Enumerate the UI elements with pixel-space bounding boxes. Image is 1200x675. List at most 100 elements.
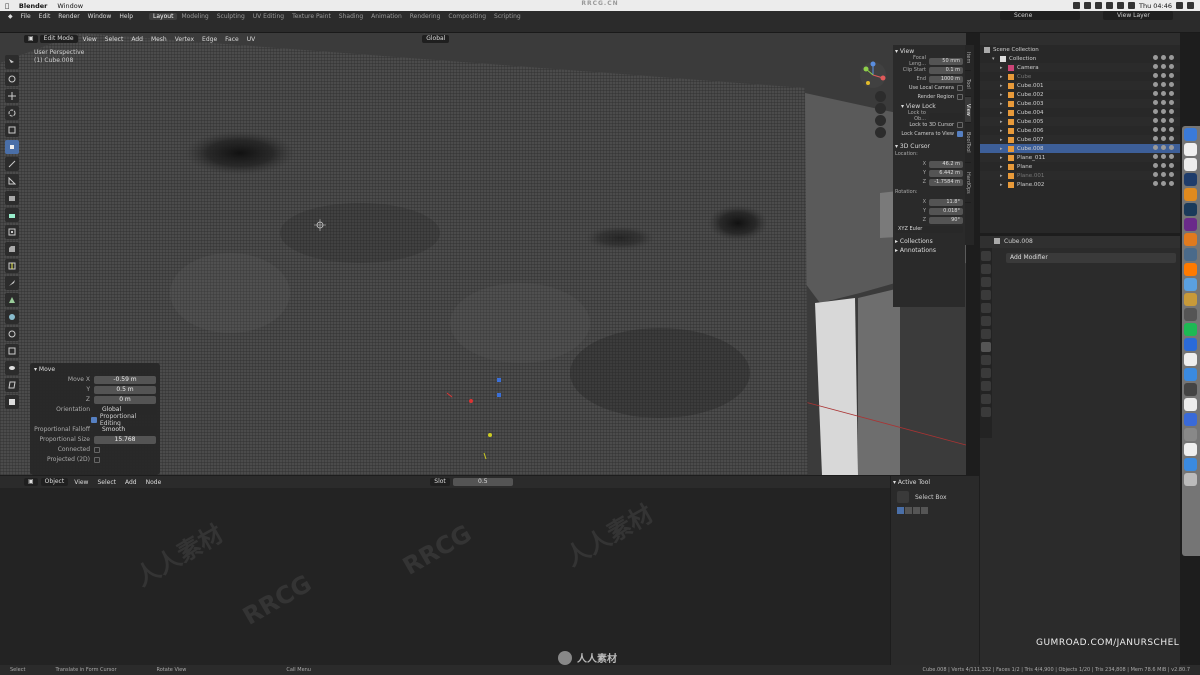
app-icon-11[interactable] xyxy=(1184,458,1197,471)
firefox-icon[interactable] xyxy=(1184,263,1197,276)
move-x-field[interactable]: -0.59 m xyxy=(94,375,156,384)
app-icon-5[interactable] xyxy=(1184,338,1197,351)
loop-cut-tool-icon[interactable] xyxy=(5,259,19,273)
visibility-eye-icon[interactable] xyxy=(1153,109,1158,114)
chrome-icon[interactable] xyxy=(1184,143,1197,156)
annotate-tool-icon[interactable] xyxy=(5,157,19,171)
navigation-gizmo-icon[interactable] xyxy=(858,60,888,90)
menu-file[interactable]: File xyxy=(17,13,35,20)
select-arrow-icon[interactable] xyxy=(1161,163,1166,168)
menu-render[interactable]: Render xyxy=(54,13,83,20)
illustrator-icon[interactable] xyxy=(1184,188,1197,201)
clip-end-field[interactable]: 1000 m xyxy=(929,75,963,83)
tab-view[interactable]: View xyxy=(965,97,971,123)
workspace-tab-animation[interactable]: Animation xyxy=(367,13,406,20)
clock[interactable]: Thu 04:46 xyxy=(1139,2,1172,10)
visibility-eye-icon[interactable] xyxy=(1153,136,1158,141)
world-props-icon[interactable] xyxy=(981,316,991,326)
spin-tool-icon[interactable] xyxy=(5,310,19,324)
render-camera-icon[interactable] xyxy=(1169,154,1174,159)
tab-item[interactable]: Item xyxy=(965,45,971,71)
shrink-fatten-tool-icon[interactable] xyxy=(5,361,19,375)
output-props-icon[interactable] xyxy=(981,277,991,287)
inset-tool-icon[interactable] xyxy=(5,225,19,239)
outliner-row[interactable]: ▸ Cube.002 xyxy=(980,90,1180,99)
visibility-eye-icon[interactable] xyxy=(1153,91,1158,96)
render-camera-icon[interactable] xyxy=(1169,73,1174,78)
render-props-icon[interactable] xyxy=(981,264,991,274)
render-region-checkbox[interactable] xyxy=(957,94,963,100)
render-camera-icon[interactable] xyxy=(1169,82,1174,87)
bevel-tool-icon[interactable] xyxy=(5,242,19,256)
wifi-icon[interactable] xyxy=(1094,2,1102,9)
calendar-icon[interactable] xyxy=(1184,443,1197,456)
outliner-row[interactable]: ▸ Cube.003 xyxy=(980,99,1180,108)
zoom-icon[interactable] xyxy=(875,91,886,102)
knife-tool-icon[interactable] xyxy=(5,276,19,290)
visibility-eye-icon[interactable] xyxy=(1153,127,1158,132)
outliner-row[interactable]: ▸ Cube.001 xyxy=(980,81,1180,90)
shear-tool-icon[interactable] xyxy=(5,378,19,392)
scene-selector[interactable]: Scene xyxy=(1000,11,1080,20)
rip-tool-icon[interactable] xyxy=(5,395,19,409)
visibility-eye-icon[interactable] xyxy=(1153,172,1158,177)
outliner-row[interactable]: ▸ Cube.006 xyxy=(980,126,1180,135)
workspace-tab-rendering[interactable]: Rendering xyxy=(406,13,445,20)
select-arrow-icon[interactable] xyxy=(1161,136,1166,141)
render-camera-icon[interactable] xyxy=(1169,55,1174,60)
vp-menu-select[interactable]: Select xyxy=(102,36,127,43)
visibility-eye-icon[interactable] xyxy=(1153,145,1158,150)
lock-to-object-field[interactable] xyxy=(929,112,963,120)
vp-menu-mesh[interactable]: Mesh xyxy=(148,36,170,43)
tab-booltool[interactable]: BoolTool xyxy=(965,123,971,163)
move-tool-icon[interactable] xyxy=(5,89,19,103)
visibility-eye-icon[interactable] xyxy=(1153,82,1158,87)
particles-props-icon[interactable] xyxy=(981,355,991,365)
cursor-rot-z-field[interactable]: 90° xyxy=(929,216,963,224)
use-local-camera-checkbox[interactable] xyxy=(957,85,963,91)
app-icon-1[interactable] xyxy=(1184,248,1197,261)
select-arrow-icon[interactable] xyxy=(1161,73,1166,78)
select-arrow-icon[interactable] xyxy=(1161,64,1166,69)
app-menu-blender[interactable]: Blender xyxy=(14,2,53,10)
vp-menu-view[interactable]: View xyxy=(80,36,100,43)
app-icon-2[interactable] xyxy=(1184,278,1197,291)
app-icon-7[interactable] xyxy=(1184,368,1197,381)
collections-section-header[interactable]: ▸ Collections xyxy=(895,237,963,246)
outliner-row[interactable]: ▸ Cube.007 xyxy=(980,135,1180,144)
select-arrow-icon[interactable] xyxy=(1161,109,1166,114)
app-store-icon[interactable] xyxy=(1184,413,1197,426)
finder-icon[interactable] xyxy=(1184,128,1197,141)
material-props-icon[interactable] xyxy=(981,407,991,417)
battery-icon[interactable] xyxy=(1127,2,1135,9)
select-box-icon[interactable] xyxy=(897,491,909,503)
render-camera-icon[interactable] xyxy=(1169,163,1174,168)
node-mode-dropdown[interactable]: Object xyxy=(40,478,69,486)
view-layer-props-icon[interactable] xyxy=(981,290,991,300)
editor-type-dropdown[interactable]: ▣ xyxy=(24,35,38,43)
measure-tool-icon[interactable] xyxy=(5,174,19,188)
select-arrow-icon[interactable] xyxy=(1161,127,1166,132)
extrude-tool-icon[interactable] xyxy=(5,208,19,222)
cursor-loc-z-field[interactable]: -1.7584 m xyxy=(929,178,963,186)
app-icon-8[interactable] xyxy=(1184,383,1197,396)
render-camera-icon[interactable] xyxy=(1169,64,1174,69)
outliner-root-row[interactable]: Scene Collection xyxy=(980,45,1180,54)
connected-checkbox[interactable] xyxy=(94,446,100,453)
workspace-tab-compositing[interactable]: Compositing xyxy=(444,13,490,20)
visibility-eye-icon[interactable] xyxy=(1153,154,1158,159)
expand-arrow-icon[interactable]: ▸ xyxy=(1000,74,1008,80)
visibility-eye-icon[interactable] xyxy=(1153,181,1158,186)
modifier-props-icon[interactable] xyxy=(981,342,991,352)
expand-arrow-icon[interactable]: ▸ xyxy=(1000,65,1008,71)
lightroom-icon[interactable] xyxy=(1184,203,1197,216)
lock-to-cursor-checkbox[interactable] xyxy=(957,122,963,128)
node-menu-add[interactable]: Add xyxy=(122,479,140,486)
data-props-icon[interactable] xyxy=(981,394,991,404)
bottom-node-editor[interactable]: 人人素材 RRCG 人人素材 RRCG xyxy=(0,476,890,666)
visibility-eye-icon[interactable] xyxy=(1153,163,1158,168)
dropbox-icon[interactable] xyxy=(1072,2,1080,9)
expand-arrow-icon[interactable]: ▸ xyxy=(1000,137,1008,143)
clip-start-field[interactable]: 0.1 m xyxy=(929,66,963,74)
render-camera-icon[interactable] xyxy=(1169,109,1174,114)
